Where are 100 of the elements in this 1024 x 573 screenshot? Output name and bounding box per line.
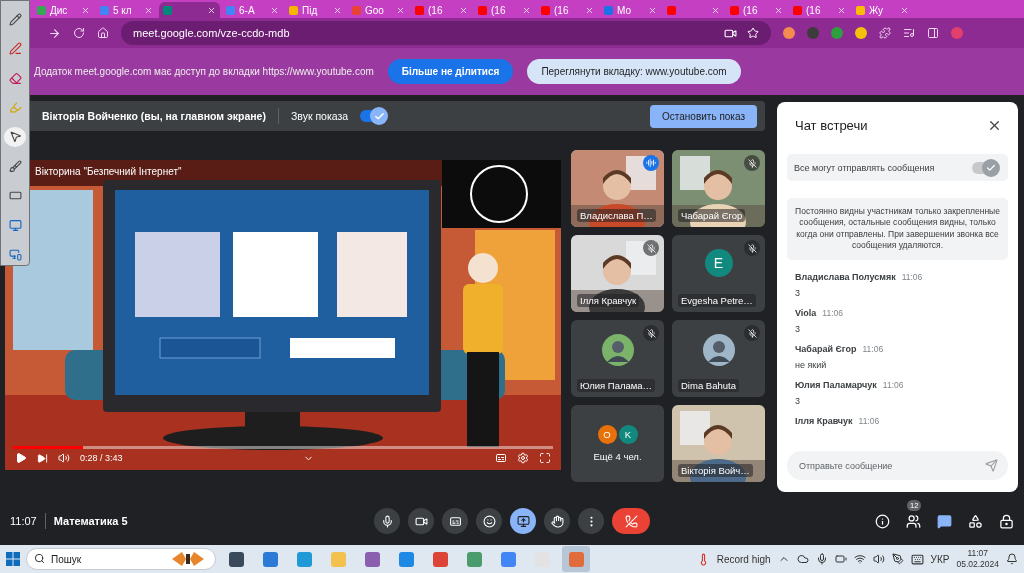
browser-tab[interactable]: 5 кл: [96, 2, 157, 18]
microphone-button[interactable]: [374, 508, 400, 534]
notifications-icon[interactable]: [1006, 553, 1018, 565]
chat-notice: Постоянно видны участникам только закрепленные сообщения, остальные сообщения видны, только когда они отправлены. При завершении звонка все сообщения удаляются.: [787, 198, 1008, 260]
keyboard-icon[interactable]: [910, 552, 924, 566]
forward-icon[interactable]: [48, 26, 61, 40]
browser-tab[interactable]: (16: [726, 2, 787, 18]
weather-text[interactable]: Record high: [716, 553, 771, 565]
participant-name: Evgesha Petre…: [678, 294, 756, 307]
emoji-icon: [482, 514, 496, 528]
captions-icon: [448, 514, 462, 528]
close-icon[interactable]: [207, 5, 216, 15]
audio-label: Звук показа: [290, 110, 349, 122]
avatar-letter: K: [618, 425, 638, 444]
info-button[interactable]: [875, 513, 890, 529]
browser-tab[interactable]: Goo: [348, 2, 409, 18]
app-icon: [500, 551, 516, 567]
volume-icon[interactable]: [872, 553, 885, 565]
clock-time: 11:07: [967, 548, 989, 559]
participant-name: Владислава П…: [577, 209, 656, 222]
video-time: 0:28 / 3:43: [80, 453, 123, 463]
message-text: 3: [795, 395, 801, 406]
favicon-icon: [415, 5, 424, 15]
browser-tab[interactable]: (16: [411, 2, 472, 18]
volume-icon[interactable]: [58, 452, 70, 464]
app-icon: [296, 551, 312, 567]
browser-tab[interactable]: Дис: [33, 2, 94, 18]
emoji-button[interactable]: [476, 508, 502, 534]
browser-tab[interactable]: (16: [537, 2, 598, 18]
app-icon: [398, 551, 414, 567]
microphone-icon[interactable]: [815, 553, 828, 565]
app-icon: [330, 551, 346, 567]
browser-tab[interactable]: Жу: [852, 2, 913, 18]
more-button[interactable]: [578, 508, 604, 534]
browser-tab[interactable]: Під: [285, 2, 346, 18]
raise-hand-button[interactable]: [544, 508, 570, 534]
settings-icon[interactable]: [517, 452, 529, 464]
browser-tab[interactable]: (16: [789, 2, 850, 18]
app-icon: [228, 551, 244, 567]
pen-icon[interactable]: [891, 553, 904, 565]
favicon-icon: [37, 5, 46, 15]
play-icon[interactable]: [15, 452, 27, 464]
side-panel-icon[interactable]: [927, 27, 939, 39]
pointer-tool[interactable]: [4, 126, 26, 148]
bookmark-star-icon[interactable]: [747, 27, 759, 39]
reload-icon[interactable]: [73, 27, 85, 39]
favicon-icon: [793, 5, 802, 15]
cloud-icon[interactable]: [796, 553, 809, 565]
present-button[interactable]: [510, 508, 536, 534]
message-time: 11:06: [901, 271, 923, 282]
extension-icon[interactable]: [783, 27, 795, 39]
view-tab-button[interactable]: Переглянути вкладку: www.youtube.com: [527, 59, 741, 84]
favicon-icon: [730, 5, 739, 15]
extension-icon[interactable]: [831, 27, 843, 39]
home-icon[interactable]: [97, 27, 109, 39]
favicon-icon: [289, 5, 298, 15]
message-time: 11:06: [862, 343, 884, 354]
battery-icon[interactable]: [834, 553, 847, 565]
message-time: 11:06: [822, 307, 843, 318]
address-bar[interactable]: meet.google.com/vze-ccdo-mdb: [121, 21, 771, 45]
message-input[interactable]: Отправьте сообщение: [787, 451, 1008, 480]
leave-call-button[interactable]: [612, 508, 650, 534]
share-notice: Додаток meet.google.com має доступ до вкладки https://www.youtube.com: [34, 66, 374, 77]
permission-toggle[interactable]: [972, 161, 998, 174]
activities-button[interactable]: [968, 513, 983, 529]
favicon-icon: [604, 5, 613, 15]
extensions-icon[interactable]: [879, 27, 891, 39]
message-author: Чабарай Єгор: [795, 343, 857, 354]
next-icon[interactable]: [37, 452, 48, 464]
favicon-icon: [856, 5, 865, 15]
app-icon: [568, 551, 584, 567]
video-title: Вікторина "Безпечний Інтернет": [35, 166, 182, 177]
avatar-letter: O: [597, 425, 617, 444]
stop-presenting-button[interactable]: Остановить показ: [650, 104, 757, 128]
app-icon: [262, 551, 278, 567]
browser-tab[interactable]: (16: [474, 2, 535, 18]
stop-sharing-button[interactable]: Більше не ділитися: [387, 59, 514, 84]
audio-toggle[interactable]: [360, 110, 387, 122]
network-icon[interactable]: [853, 553, 866, 565]
camera-button[interactable]: [408, 508, 434, 534]
host-controls-button[interactable]: [999, 513, 1014, 529]
search-field[interactable]: Пошук: [26, 548, 216, 570]
chat-button[interactable]: [937, 513, 952, 529]
send-icon[interactable]: [985, 459, 998, 472]
message-text: 3: [795, 287, 801, 298]
browser-tab[interactable]: 6-А: [222, 2, 283, 18]
presenter-name: Вікторія Войченко (вы, на главном экране): [42, 110, 266, 122]
language-indicator[interactable]: УКР: [930, 553, 950, 565]
extension-icon[interactable]: [855, 27, 867, 39]
captions-button[interactable]: [442, 508, 468, 534]
permission-label: Все могут отправлять сообщения: [794, 162, 935, 173]
subtitles-icon[interactable]: [495, 452, 507, 464]
leave-call-icon: [624, 514, 638, 528]
browser-tab[interactable]: Мо: [600, 2, 661, 18]
start-icon[interactable]: [6, 552, 20, 566]
media-icon[interactable]: [903, 27, 915, 39]
message-author: Viola: [795, 307, 817, 318]
fullscreen-icon[interactable]: [539, 452, 551, 464]
chat-title: Чат встречи: [795, 117, 868, 133]
check-icon: [373, 110, 385, 122]
